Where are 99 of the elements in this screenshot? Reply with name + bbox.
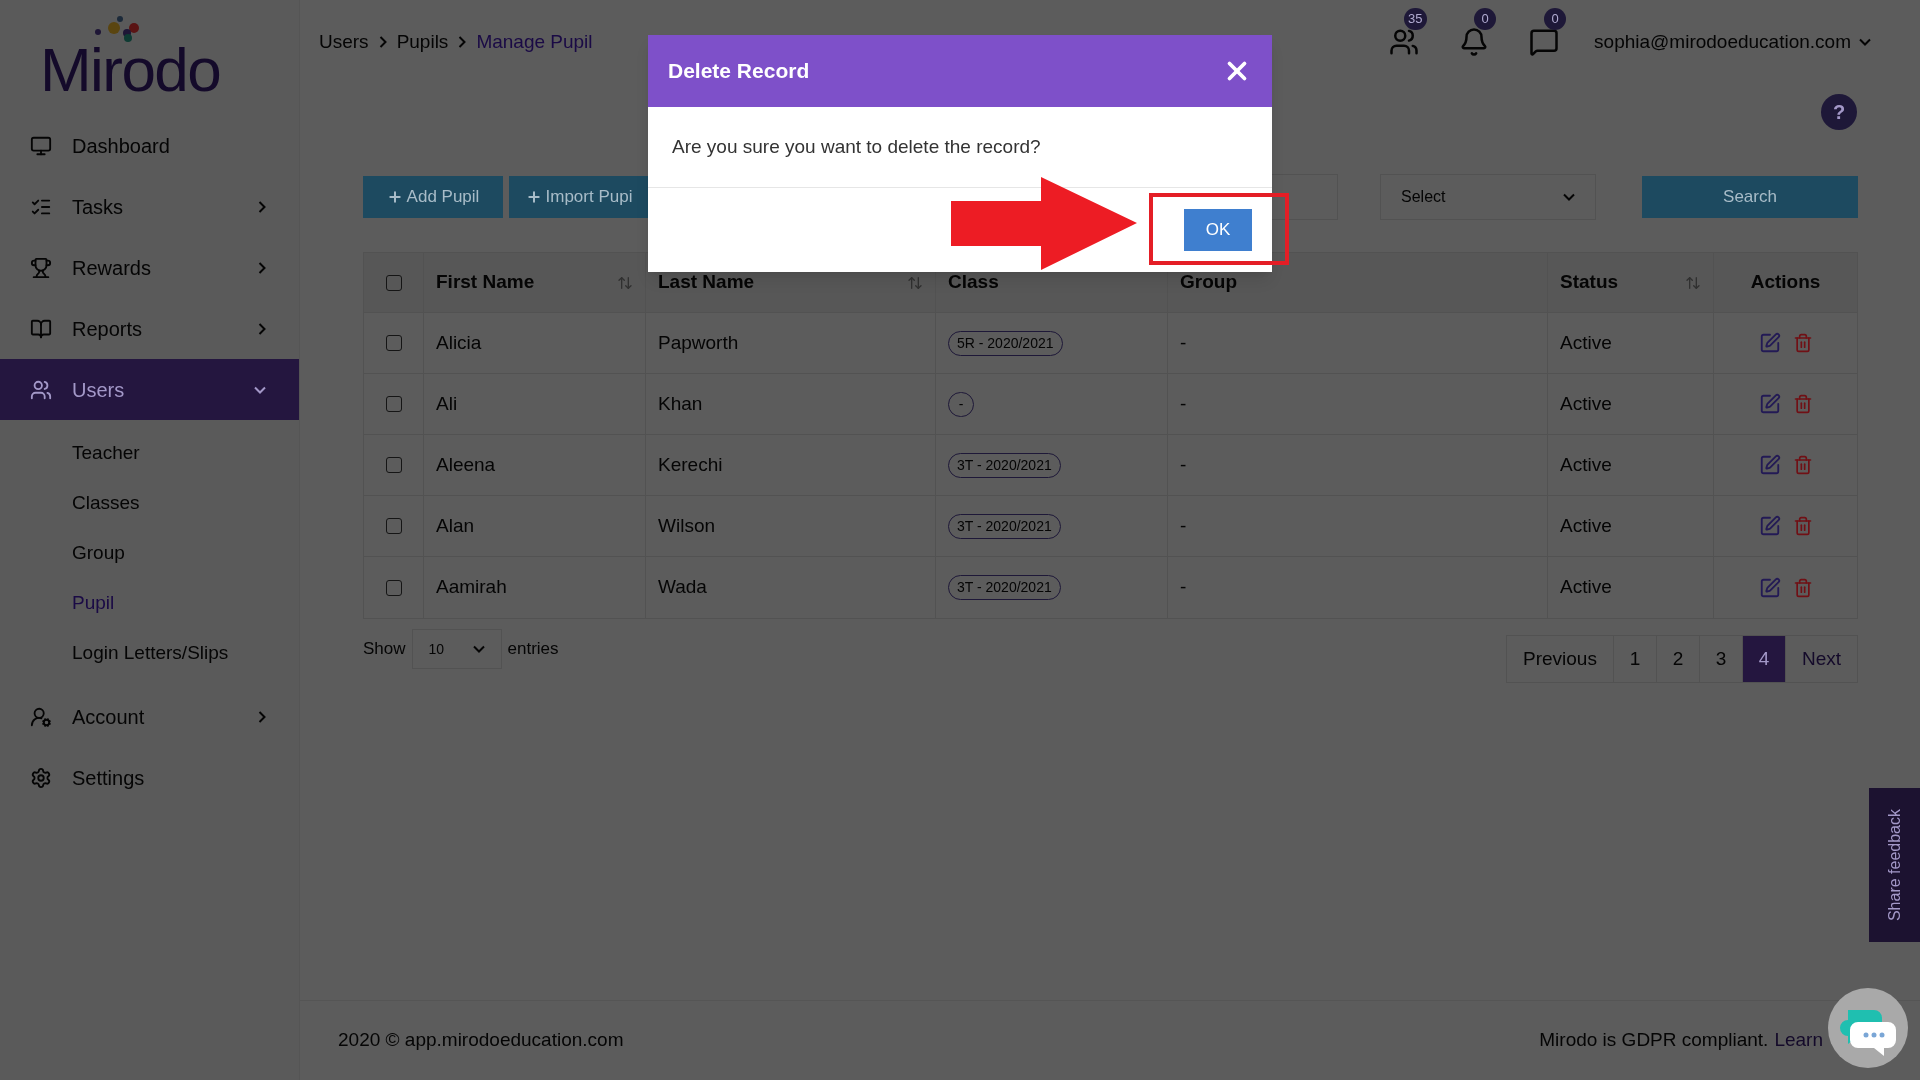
column-header[interactable]: Actions	[1714, 253, 1857, 312]
chat-bubble-icon[interactable]	[1828, 988, 1908, 1068]
table-cell-text: Aamirah	[436, 575, 507, 600]
count-badge: 0	[1544, 8, 1567, 30]
submenu-item[interactable]: Group	[0, 528, 299, 578]
table-cell-text: Wada	[658, 575, 707, 600]
submenu-item[interactable]: Classes	[0, 478, 299, 528]
page-button[interactable]: 4	[1742, 636, 1786, 682]
select-dropdown[interactable]: Select	[1380, 174, 1596, 220]
edit-icon[interactable]	[1758, 576, 1781, 599]
delete-icon[interactable]	[1792, 333, 1813, 353]
user-email[interactable]: sophia@mirodoeducation.com	[1594, 27, 1851, 57]
sort-icon[interactable]	[617, 274, 633, 291]
submenu-item[interactable]: Teacher	[0, 428, 299, 478]
sidebar-item[interactable]: Account	[0, 686, 299, 747]
user-cog-icon	[30, 705, 52, 728]
chat-icon[interactable]	[1529, 27, 1560, 57]
breadcrumb-link[interactable]: Pupils	[396, 27, 449, 57]
ok-button[interactable]: OK	[1184, 209, 1252, 251]
delete-icon[interactable]	[1792, 516, 1813, 536]
submenu-item[interactable]: Login Letters/Slips	[0, 628, 299, 678]
table-cell-text: Ali	[436, 391, 458, 416]
page-button[interactable]: 3	[1699, 636, 1743, 682]
column-header[interactable]: First Name	[424, 253, 646, 312]
table-cell-text: Kerechi	[658, 452, 723, 477]
row-checkbox[interactable]	[385, 457, 402, 473]
table-cell-text: Alan	[436, 513, 475, 538]
previous-button[interactable]: Previous	[1507, 636, 1614, 682]
edit-icon[interactable]	[1758, 515, 1781, 537]
table-cell-text: Papworth	[658, 330, 739, 355]
caret-icon	[1563, 193, 1575, 201]
breadcrumb-link[interactable]: Users	[319, 27, 369, 57]
learn-link[interactable]: Learn	[1774, 1026, 1823, 1055]
users-icon[interactable]	[1389, 27, 1420, 57]
sort-icon[interactable]	[1685, 274, 1701, 291]
page-button[interactable]: 1	[1613, 636, 1657, 682]
search-button[interactable]: Search	[1642, 176, 1858, 218]
table-cell-text: Aleena	[436, 452, 496, 477]
feedback-tab[interactable]: Share feedback	[1869, 788, 1920, 942]
users-icon	[30, 378, 52, 401]
count-badge: 35	[1404, 8, 1427, 30]
logo-text: Mirodo	[40, 42, 221, 98]
dialog-title: Delete Record	[668, 58, 811, 85]
sort-icon[interactable]	[907, 274, 923, 291]
book-icon	[30, 317, 52, 340]
select-all-checkbox[interactable]	[385, 274, 402, 291]
sidebar-item[interactable]: Users	[0, 359, 299, 420]
row-checkbox[interactable]	[385, 335, 402, 351]
toolbar-button[interactable]: Add Pupil	[363, 176, 503, 218]
table-cell-text: Wilson	[658, 513, 715, 538]
delete-icon[interactable]	[1792, 394, 1813, 414]
edit-icon[interactable]	[1758, 393, 1781, 415]
row-checkbox[interactable]	[385, 396, 402, 412]
column-header[interactable]: Status	[1548, 253, 1714, 312]
caret-icon	[472, 645, 485, 653]
table-cell-text: -	[1180, 575, 1187, 600]
table-cell-text: Active	[1560, 513, 1612, 538]
sidebar-item[interactable]: Reports	[0, 298, 299, 359]
table-cell-text: Active	[1560, 330, 1612, 355]
entries-label: entries	[507, 638, 559, 661]
dialog-message: Are you sure you want to delete the record?	[672, 134, 1041, 159]
row-checkbox[interactable]	[385, 518, 402, 534]
table-cell-text: -	[1180, 330, 1187, 355]
page-button[interactable]: 2	[1656, 636, 1700, 682]
sidebar-item[interactable]: Rewards	[0, 237, 299, 298]
table-cell-text: Active	[1560, 575, 1612, 600]
table-cell-text: -	[1180, 391, 1187, 416]
table-cell-text: Active	[1560, 391, 1612, 416]
table-cell-text: -	[1180, 513, 1187, 538]
breadcrumb-link[interactable]: Manage Pupil	[476, 27, 593, 57]
sidebar-item[interactable]: Tasks	[0, 176, 299, 237]
table-cell-text: Alicia	[436, 330, 482, 355]
delete-icon[interactable]	[1792, 455, 1813, 475]
plus-icon	[525, 189, 542, 205]
table-cell-text: Khan	[658, 391, 703, 416]
edit-icon[interactable]	[1758, 332, 1781, 354]
gdpr-text: Mirodo is GDPR compliant.	[1539, 1028, 1769, 1053]
next-button[interactable]: Next	[1785, 636, 1857, 682]
settings-icon	[30, 766, 52, 789]
table-cell-text: -	[1180, 452, 1187, 477]
sidebar-item[interactable]: Settings	[0, 747, 299, 808]
row-checkbox[interactable]	[385, 579, 402, 596]
table-cell-text: Active	[1560, 452, 1612, 477]
count-badge: 0	[1474, 8, 1497, 30]
toolbar-button[interactable]: Import Pupi	[509, 176, 649, 218]
show-label: Show	[363, 638, 406, 661]
breadcrumb-separator-icon	[378, 36, 387, 48]
trophy-icon	[30, 256, 52, 279]
breadcrumb-separator-icon	[458, 36, 467, 48]
caret-icon[interactable]	[1859, 38, 1871, 46]
copyright-text: 2020 © app.mirodoeducation.com	[338, 1028, 625, 1053]
edit-icon[interactable]	[1758, 454, 1781, 476]
sidebar-item[interactable]: Dashboard	[0, 115, 299, 176]
entries-select[interactable]: 10	[411, 629, 502, 669]
delete-icon[interactable]	[1792, 577, 1813, 598]
monitor-icon	[30, 134, 52, 157]
submenu-item[interactable]: Pupil	[0, 578, 299, 628]
help-button[interactable]: ?	[1821, 94, 1857, 130]
plus-icon	[386, 189, 403, 205]
